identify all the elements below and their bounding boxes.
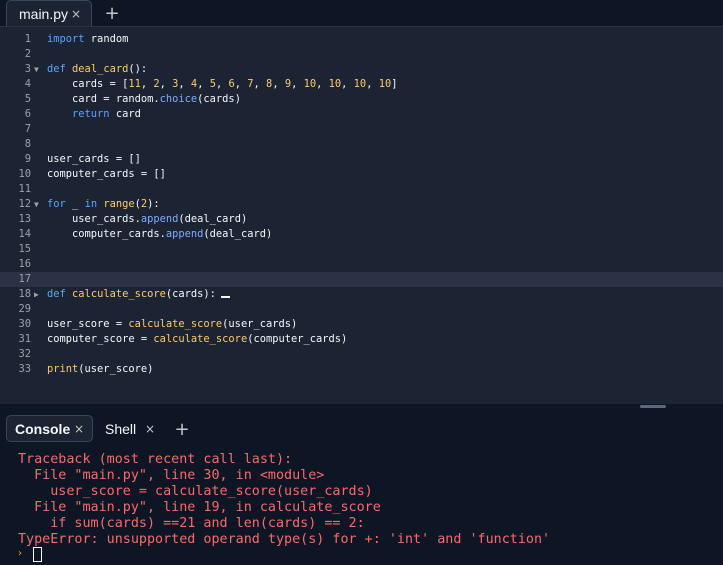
code-text: cards = [11, 2, 3, 4, 5, 6, 7, 8, 9, 10,… bbox=[47, 78, 398, 90]
line-number: 8 bbox=[24, 138, 31, 150]
code-line[interactable]: 16 bbox=[0, 257, 723, 272]
tab-console[interactable]: Console × bbox=[6, 415, 93, 442]
code-line[interactable]: 12 ▼ for _ in range(2): bbox=[0, 197, 723, 212]
code-text: user_score = calculate_score(user_cards) bbox=[47, 318, 298, 330]
code-line[interactable]: 31 computer_score = calculate_score(compu… bbox=[0, 332, 723, 347]
console-output[interactable]: Traceback (most recent call last): File … bbox=[0, 446, 723, 565]
line-number: 32 bbox=[18, 348, 31, 360]
tab-main-py[interactable]: main.py × bbox=[6, 0, 92, 26]
line-number: 2 bbox=[24, 48, 31, 60]
code-text: card = random.choice(cards) bbox=[47, 93, 241, 105]
code-line[interactable]: 18 ▶ def calculate_score(cards): bbox=[0, 287, 723, 302]
code-text: user_cards = [] bbox=[47, 153, 141, 165]
line-number: 11 bbox=[18, 183, 31, 195]
collapse-icon[interactable]: ▼ bbox=[34, 62, 44, 77]
console-tab-bar: Console × Shell × + bbox=[0, 410, 723, 446]
line-number: 5 bbox=[24, 93, 31, 105]
code-text: return card bbox=[72, 108, 141, 120]
line-number: 14 bbox=[18, 228, 31, 240]
code-line[interactable]: 32 bbox=[0, 347, 723, 362]
code-editor[interactable]: 1 import random 2 3 ▼ def deal_card(): 4 cards… bbox=[0, 28, 723, 404]
line-number: 12 bbox=[18, 198, 31, 210]
code-line[interactable]: 15 bbox=[0, 242, 723, 257]
add-tab-icon[interactable]: + bbox=[172, 418, 192, 440]
line-number: 18 bbox=[18, 288, 31, 300]
code-line[interactable]: 33 print(user_score) bbox=[0, 362, 723, 377]
console-line: user_score = calculate_score(user_cards) bbox=[18, 484, 373, 499]
code-text: user_cards.append(deal_card) bbox=[47, 213, 248, 225]
line-number: 1 bbox=[24, 33, 31, 45]
code-line[interactable]: 11 bbox=[0, 182, 723, 197]
console-line: Traceback (most recent call last): bbox=[18, 452, 293, 467]
editor-tab-bar: main.py × + bbox=[0, 0, 723, 27]
code-line[interactable]: 29 bbox=[0, 302, 723, 317]
code-text: def calculate_score(cards): bbox=[47, 287, 230, 302]
code-line[interactable]: 8 bbox=[0, 137, 723, 152]
code-text: for _ in range(2): bbox=[47, 198, 160, 210]
close-icon[interactable]: × bbox=[74, 422, 84, 436]
input-cursor[interactable] bbox=[33, 547, 42, 562]
code-line[interactable]: 13 user_cards.append(deal_card) bbox=[0, 212, 723, 227]
code-text: computer_cards = [] bbox=[47, 168, 166, 180]
close-icon[interactable]: × bbox=[145, 422, 155, 436]
tab-label: Console bbox=[15, 420, 71, 437]
code-line[interactable]: 30 user_score = calculate_score(user_card… bbox=[0, 317, 723, 332]
code-text: print(user_score) bbox=[47, 363, 154, 375]
code-line[interactable]: 10 computer_cards = [] bbox=[0, 167, 723, 182]
line-number: 17 bbox=[18, 273, 31, 285]
tab-label: Shell bbox=[105, 420, 137, 437]
line-number: 33 bbox=[18, 363, 31, 375]
line-number: 13 bbox=[18, 213, 31, 225]
prompt-icon: › bbox=[18, 548, 22, 559]
code-line[interactable]: 2 bbox=[0, 47, 723, 62]
code-line[interactable]: 7 bbox=[0, 122, 723, 137]
line-number: 6 bbox=[24, 108, 31, 120]
console-line: if sum(cards) ==21 and len(cards) == 2: bbox=[18, 516, 365, 531]
add-tab-icon[interactable]: + bbox=[102, 1, 122, 25]
code-text: computer_score = calculate_score(compute… bbox=[47, 333, 348, 345]
expand-icon[interactable]: ▶ bbox=[34, 287, 44, 302]
code-line[interactable]: 1 import random bbox=[0, 32, 723, 47]
line-number: 9 bbox=[24, 153, 31, 165]
line-number: 16 bbox=[18, 258, 31, 270]
code-line[interactable]: 5 card = random.choice(cards) bbox=[0, 92, 723, 107]
line-number: 29 bbox=[18, 303, 31, 315]
close-icon[interactable]: × bbox=[71, 7, 81, 21]
code-line[interactable]: 4 cards = [11, 2, 3, 4, 5, 6, 7, 8, 9, 1… bbox=[0, 77, 723, 92]
line-number: 7 bbox=[24, 123, 31, 135]
code-text: import random bbox=[47, 33, 129, 45]
code-text: computer_cards.append(deal_card) bbox=[47, 228, 273, 240]
code-text: def deal_card(): bbox=[47, 63, 148, 75]
line-number: 3 bbox=[24, 63, 31, 75]
line-number: 10 bbox=[18, 168, 31, 180]
line-number: 4 bbox=[24, 78, 31, 90]
code-line[interactable]: 9 user_cards = [] bbox=[0, 152, 723, 167]
console-line: TypeError: unsupported operand type(s) f… bbox=[18, 532, 551, 547]
code-line[interactable]: 6 return card bbox=[0, 107, 723, 122]
code-line[interactable]: 3 ▼ def deal_card(): bbox=[0, 62, 723, 77]
drag-handle-icon[interactable] bbox=[640, 405, 666, 408]
tab-label: main.py bbox=[19, 5, 69, 22]
tab-shell[interactable]: Shell × bbox=[97, 415, 163, 442]
line-number: 30 bbox=[18, 318, 31, 330]
code-line[interactable]: 17 bbox=[0, 272, 723, 287]
console-line: File "main.py", line 19, in calculate_sc… bbox=[18, 500, 381, 515]
collapse-icon[interactable]: ▼ bbox=[34, 197, 44, 212]
line-number: 15 bbox=[18, 243, 31, 255]
console-line: File "main.py", line 30, in <module> bbox=[18, 468, 325, 483]
code-line[interactable]: 14 computer_cards.append(deal_card) bbox=[0, 227, 723, 242]
line-number: 31 bbox=[18, 333, 31, 345]
